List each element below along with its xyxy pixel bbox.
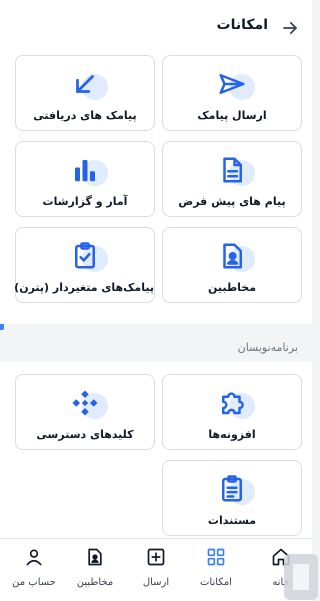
feature-default-messages[interactable]: پیام های پیش فرض (162, 141, 302, 217)
dev-docs[interactable]: مستندات (162, 460, 302, 536)
page-title: امکانات (216, 17, 268, 33)
dev-api-keys[interactable]: کلیدهای دسترسی (15, 374, 155, 450)
feature-label: آمار و گزارشات (42, 195, 128, 208)
nav-label: حساب من (12, 577, 56, 588)
api-keys-icon (68, 387, 108, 421)
dev-label: افزونه‌ها (208, 428, 256, 441)
feature-contacts[interactable]: مخاطبین (162, 227, 302, 303)
app-header: امکانات (0, 0, 312, 56)
dev-label: مستندات (207, 514, 257, 527)
nav-send[interactable]: ارسال (125, 539, 187, 601)
feature-statistics[interactable]: آمار و گزارشات (15, 141, 155, 217)
feature-label: مخاطبین (207, 281, 257, 294)
back-button[interactable] (280, 18, 300, 38)
nav-label: امکانات (200, 577, 232, 588)
feature-label: پیامک‌های متغیردار (پترن) (14, 281, 154, 294)
arrow-right-icon (283, 21, 297, 35)
developer-section-heading: برنامه‌نویسان (237, 341, 298, 354)
bottom-nav: خانه امکانات ارسال مخاطبین حساب من (0, 538, 312, 601)
feature-label: پیام های پیش فرض (178, 195, 286, 208)
feature-pattern-sms[interactable]: پیامک‌های متغیردار (پترن) (14, 227, 155, 303)
feature-send-sms[interactable]: ارسال پیامک (162, 55, 302, 131)
arrow-down-left-icon (68, 68, 108, 102)
dev-plugins[interactable]: افزونه‌ها (162, 374, 302, 450)
contact-icon (88, 548, 102, 566)
nav-features[interactable]: امکانات (185, 539, 247, 601)
document-icon (215, 154, 255, 188)
contact-icon (215, 240, 255, 274)
user-icon (26, 549, 42, 566)
nav-label: ارسال (142, 577, 170, 588)
send-icon (215, 68, 255, 102)
docs-icon (215, 473, 255, 507)
grid-icon (207, 548, 225, 566)
store-watermark-icon (284, 554, 318, 600)
plus-square-icon (147, 548, 165, 566)
feature-received-sms[interactable]: پیامک های دریافتی (15, 55, 155, 131)
feature-label: ارسال پیامک (197, 109, 267, 122)
developer-section: افزونه‌ها کلیدهای دسترسی مستندات (0, 362, 312, 538)
bar-chart-icon (68, 154, 108, 188)
nav-contacts[interactable]: مخاطبین (64, 539, 126, 601)
nav-label: مخاطبین (76, 577, 114, 588)
clipboard-check-icon (68, 240, 108, 274)
nav-account[interactable]: حساب من (3, 539, 65, 601)
features-section: ارسال پیامک پیامک های دریافتی پیام های پ… (0, 54, 312, 324)
puzzle-icon (215, 387, 255, 421)
feature-label: پیامک های دریافتی (33, 109, 137, 122)
dev-label: کلیدهای دسترسی (36, 428, 134, 441)
